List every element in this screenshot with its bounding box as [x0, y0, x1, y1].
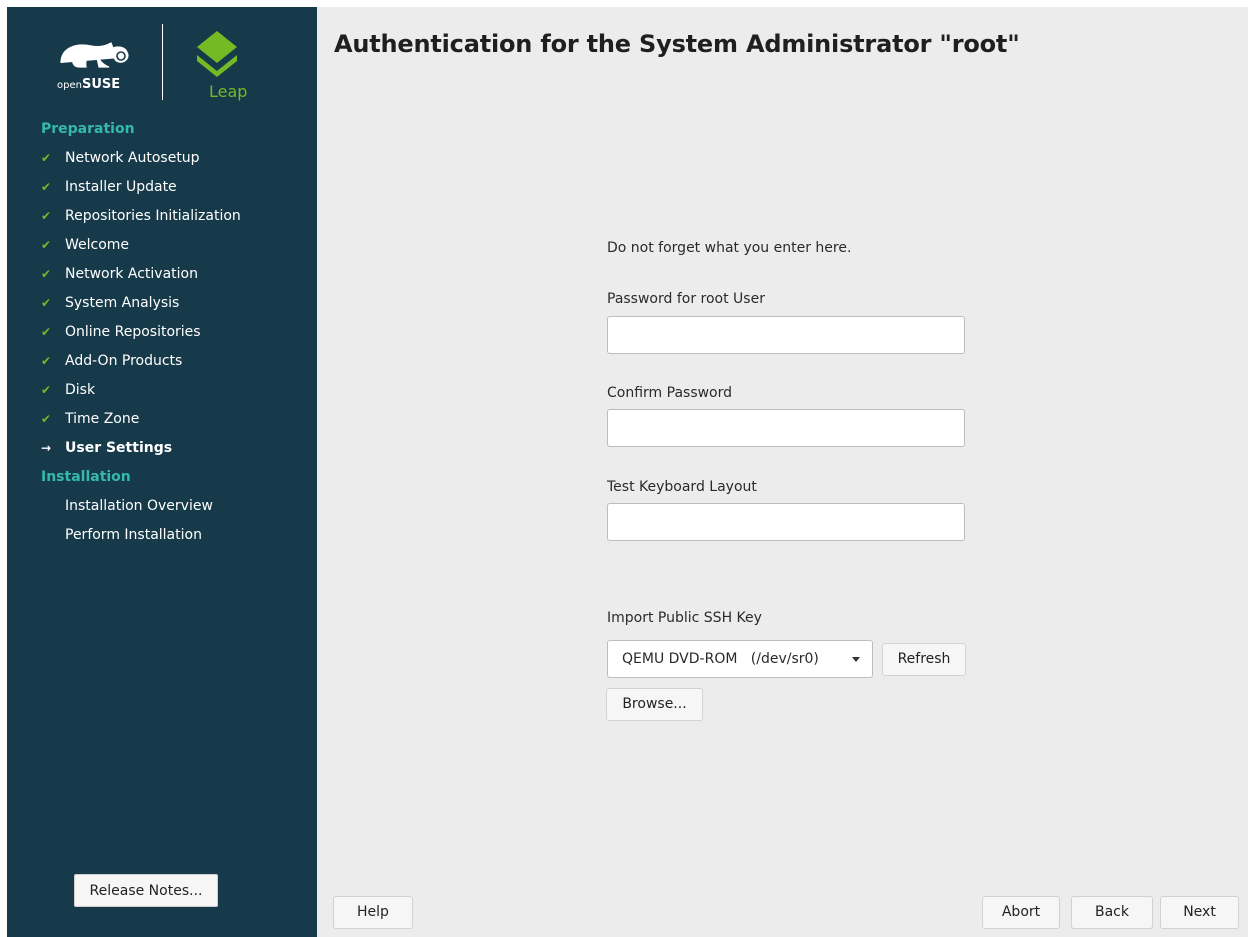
step-label: Installer Update: [65, 179, 177, 195]
step-label: Perform Installation: [65, 527, 202, 543]
abort-button[interactable]: Abort: [982, 896, 1060, 929]
step-installer-update: ✔ Installer Update: [7, 177, 317, 206]
step-add-on-products: ✔ Add-On Products: [7, 351, 317, 380]
check-icon: ✔: [41, 383, 52, 397]
ssh-device-select[interactable]: QEMU DVD-ROM (/dev/sr0): [607, 640, 873, 678]
section-preparation: Preparation: [41, 121, 135, 137]
step-label: Add-On Products: [65, 353, 183, 369]
check-icon: ✔: [41, 209, 52, 223]
step-label: Online Repositories: [65, 324, 201, 340]
password-field[interactable]: [607, 316, 965, 354]
leap-text: Leap: [209, 82, 247, 101]
release-notes-button[interactable]: Release Notes...: [74, 874, 218, 907]
step-label: System Analysis: [65, 295, 180, 311]
step-user-settings: → User Settings: [7, 438, 317, 467]
step-label: Network Activation: [65, 266, 198, 282]
check-icon: ✔: [41, 325, 52, 339]
help-button[interactable]: Help: [333, 896, 413, 929]
installation-steps: Preparation ✔ Network Autosetup ✔ Installe…: [7, 119, 317, 554]
step-repositories-initialization: ✔ Repositories Initialization: [7, 206, 317, 235]
arrow-right-icon: →: [41, 441, 52, 455]
check-icon: ✔: [41, 238, 52, 252]
step-installation-overview: Installation Overview: [7, 496, 317, 525]
window-frame-right: [1248, 0, 1252, 937]
page-title: Authentication for the System Administra…: [334, 30, 1020, 58]
step-label: Disk: [65, 382, 96, 398]
window-frame-top: [0, 0, 1252, 7]
check-icon: ✔: [41, 354, 52, 368]
chevron-down-icon: [852, 657, 860, 662]
opensuse-logo: open SUSE: [57, 42, 129, 92]
leap-logo: Leap: [197, 31, 247, 101]
check-icon: ✔: [41, 180, 52, 194]
password-label: Password for root User: [607, 291, 765, 307]
password-hint: Do not forget what you enter here.: [607, 240, 852, 256]
step-label: User Settings: [65, 440, 173, 456]
step-time-zone: ✔ Time Zone: [7, 409, 317, 438]
confirm-password-field[interactable]: [607, 409, 965, 447]
next-button[interactable]: Next: [1160, 896, 1239, 929]
check-icon: ✔: [41, 412, 52, 426]
check-icon: ✔: [41, 151, 52, 165]
step-perform-installation: Perform Installation: [7, 525, 317, 554]
check-icon: ✔: [41, 267, 52, 281]
keyboard-test-field[interactable]: [607, 503, 965, 541]
step-welcome: ✔ Welcome: [7, 235, 317, 264]
logo-divider: [162, 24, 163, 100]
svg-text:open: open: [57, 80, 82, 91]
refresh-button[interactable]: Refresh: [882, 643, 966, 676]
step-system-analysis: ✔ System Analysis: [7, 293, 317, 322]
confirm-password-label: Confirm Password: [607, 385, 733, 401]
sidebar: open SUSE Leap Preparation ✔ Network Auto…: [7, 7, 317, 937]
svg-text:SUSE: SUSE: [82, 77, 120, 92]
logo-area: open SUSE Leap: [7, 7, 317, 117]
step-label: Welcome: [65, 237, 130, 253]
window-frame-left: [0, 0, 7, 937]
step-label: Installation Overview: [65, 498, 213, 514]
step-disk: ✔ Disk: [7, 380, 317, 409]
ssh-key-label: Import Public SSH Key: [607, 610, 762, 626]
keyboard-test-label: Test Keyboard Layout: [607, 479, 757, 495]
step-label: Network Autosetup: [65, 150, 200, 166]
step-network-autosetup: ✔ Network Autosetup: [7, 148, 317, 177]
browse-button[interactable]: Browse...: [606, 688, 703, 721]
step-label: Repositories Initialization: [65, 208, 241, 224]
section-installation: Installation: [41, 469, 131, 485]
step-label: Time Zone: [65, 411, 140, 427]
step-network-activation: ✔ Network Activation: [7, 264, 317, 293]
step-online-repositories: ✔ Online Repositories: [7, 322, 317, 351]
check-icon: ✔: [41, 296, 52, 310]
back-button[interactable]: Back: [1071, 896, 1153, 929]
ssh-device-value: QEMU DVD-ROM (/dev/sr0): [622, 651, 819, 667]
